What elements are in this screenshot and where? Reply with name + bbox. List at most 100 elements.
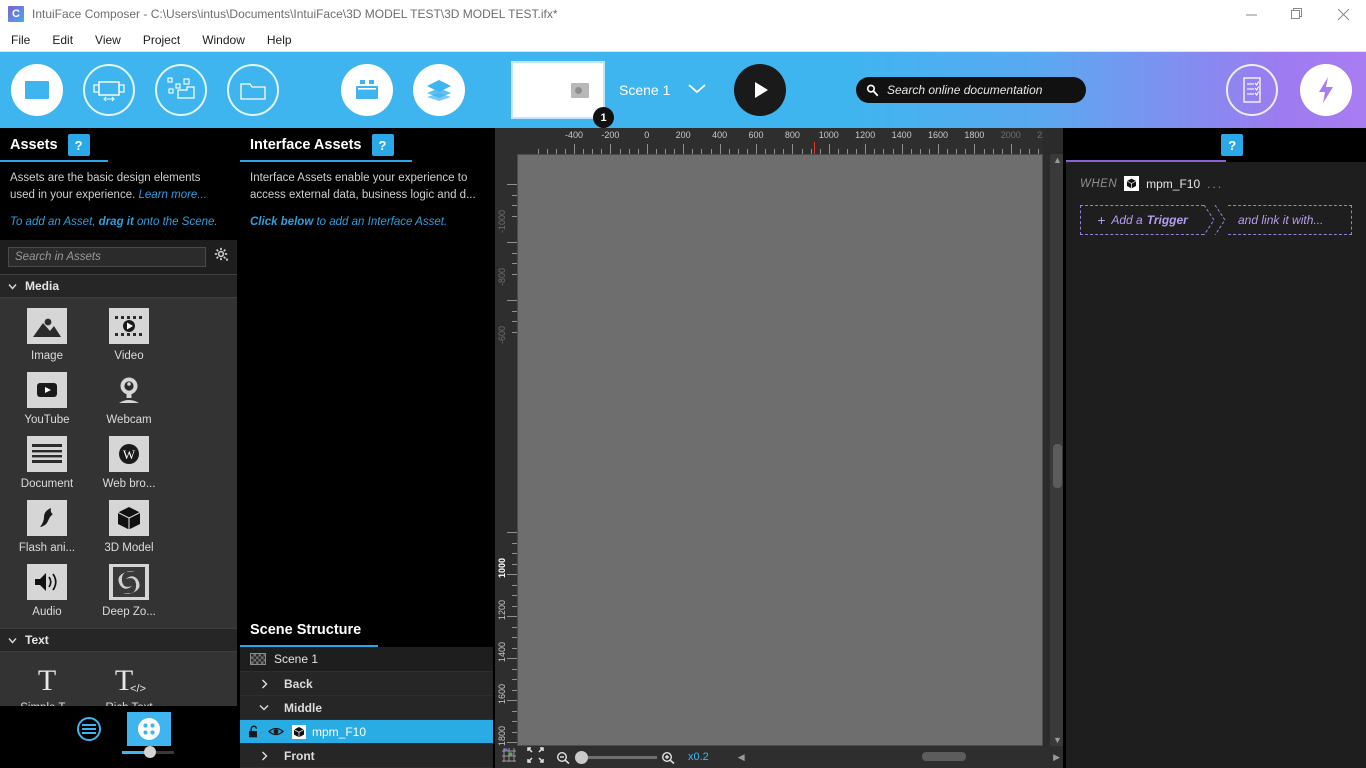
scene-structure-row-middle[interactable]: Middle	[240, 696, 493, 720]
h-ruler-label: -200	[601, 130, 620, 140]
assets-intro-text: Assets are the basic design elements use…	[10, 170, 227, 205]
v-ruler-label: 1800	[497, 726, 507, 746]
eye-icon[interactable]	[268, 726, 284, 737]
assets-group-text[interactable]: Text	[0, 627, 237, 652]
vertical-ruler[interactable]: -1000-800-600100012001400160018002000220…	[495, 154, 517, 746]
documentation-search[interactable]	[856, 77, 1087, 103]
scene-dropdown-chevron-down-icon[interactable]	[686, 81, 708, 100]
assets-hint-prefix: To add an Asset,	[10, 215, 96, 228]
gear-icon[interactable]	[214, 247, 229, 267]
assets-search-row	[0, 239, 237, 274]
menu-file[interactable]: File	[0, 28, 41, 52]
assets-learn-more-link[interactable]: Learn more...	[139, 189, 207, 201]
assets-group-media[interactable]: Media	[0, 273, 237, 298]
menu-window[interactable]: Window	[191, 28, 256, 52]
trigger-target-name[interactable]: mpm_F10	[1146, 177, 1200, 191]
asset-size-slider[interactable]	[122, 746, 174, 758]
asset-label-video: Video	[114, 349, 144, 362]
triggers-help-button[interactable]: ?	[1221, 134, 1244, 156]
maximize-restore-button[interactable]	[1274, 0, 1320, 28]
canvas-zoom-slider[interactable]	[575, 750, 657, 764]
assets-hint: To add an Asset, drag it onto the Scene.	[10, 216, 227, 228]
interface-assets-hint-bold[interactable]: Click below	[250, 216, 313, 228]
menu-edit[interactable]: Edit	[41, 28, 84, 52]
play-button[interactable]	[734, 64, 787, 116]
zoom-out-icon[interactable]	[556, 751, 571, 764]
scene-thumbnail[interactable]: 1	[511, 61, 614, 128]
layers-icon[interactable]	[413, 64, 465, 116]
scene-structure-row-front[interactable]: Front	[240, 744, 493, 768]
fit-to-screen-icon[interactable]	[527, 746, 544, 768]
interface-assets-intro-text: Interface Assets enable your experience …	[250, 172, 476, 202]
screen-resolution-icon[interactable]	[83, 64, 135, 116]
open-folder-icon[interactable]	[227, 64, 279, 116]
scene-structure-panel-header: Scene Structure	[240, 613, 493, 647]
asset-size-slider-knob[interactable]	[144, 746, 156, 758]
document-icon	[27, 435, 67, 472]
h-ruler-label: 400	[712, 130, 728, 140]
asset-item-audio[interactable]: Audio	[12, 563, 82, 618]
assets-help-button[interactable]: ?	[67, 134, 90, 156]
vertical-scroll-thumb[interactable]	[1053, 444, 1062, 488]
chevron-down-icon	[8, 279, 17, 293]
scroll-up-arrow-icon[interactable]: ▲	[1053, 154, 1062, 166]
link-action-label: and link it with...	[1238, 213, 1324, 227]
scene-structure-row-back[interactable]: Back	[240, 672, 493, 696]
asset-item-webcam[interactable]: Webcam	[94, 372, 164, 426]
zoom-in-icon[interactable]	[661, 751, 676, 764]
horizontal-ruler[interactable]: -400 -200 0 200 400 600 800 1000 1200 1400 1600 180…	[517, 128, 1043, 154]
interface-assets-panel-header: Interface Assets ?	[240, 128, 493, 162]
scene-structure-icon[interactable]	[155, 64, 207, 116]
checklist-icon[interactable]	[1226, 64, 1278, 116]
h-ruler-label: 1800	[964, 130, 985, 140]
app-logo-icon: C	[8, 6, 24, 22]
asset-item-web-browser[interactable]: W Web bro...	[94, 435, 164, 490]
list-view-icon[interactable]	[67, 712, 111, 746]
asset-item-document[interactable]: Document	[12, 435, 82, 490]
link-action-button[interactable]: and link it with...	[1228, 205, 1352, 235]
chevron-right-icon[interactable]	[256, 750, 272, 761]
trigger-more-options-icon[interactable]: ...	[1207, 177, 1223, 191]
asset-item-image[interactable]: Image	[12, 307, 82, 362]
grid-snap-icon[interactable]	[501, 747, 517, 768]
canvas-area: -400 -200 0 200 400 600 800 1000 1200 1400 1600 180…	[495, 128, 1065, 768]
new-experience-icon[interactable]	[11, 64, 63, 116]
v-ruler-tick	[507, 574, 517, 575]
asset-item-flash[interactable]: Flash ani...	[12, 499, 82, 554]
grid-view-icon[interactable]	[126, 712, 171, 746]
h-ruler-label: 0	[644, 130, 650, 140]
horizontal-scroll-thumb[interactable]	[922, 752, 967, 761]
assets-search-input[interactable]	[8, 246, 206, 267]
scene-structure-row-scene[interactable]: Scene 1	[240, 647, 493, 672]
asset-item-video[interactable]: Video	[94, 307, 164, 362]
search-input[interactable]	[887, 83, 1077, 97]
canvas-zoom-slider-knob[interactable]	[575, 750, 588, 764]
assets-group-text-label: Text	[25, 632, 49, 647]
close-button[interactable]	[1320, 0, 1366, 28]
interface-assets-help-button[interactable]: ?	[371, 134, 394, 156]
scene-canvas[interactable]	[517, 154, 1043, 746]
youtube-icon	[27, 371, 67, 408]
scene-structure-label-back: Back	[284, 676, 313, 691]
minimize-button[interactable]	[1228, 0, 1274, 28]
scene-manager-icon[interactable]	[341, 64, 393, 116]
scene-structure-row-mpm-f10[interactable]: mpm_F10	[240, 720, 493, 744]
menu-view[interactable]: View	[84, 28, 132, 52]
asset-item-3d-model[interactable]: 3D Model	[94, 499, 164, 554]
chevron-down-icon[interactable]	[256, 704, 272, 711]
chevron-right-icon[interactable]	[256, 678, 272, 689]
menu-help[interactable]: Help	[256, 28, 303, 52]
asset-item-deep-zoom[interactable]: Deep Zo...	[94, 563, 164, 618]
asset-item-youtube[interactable]: YouTube	[12, 371, 82, 426]
triggers-panel-header: Triggers and Actions ?	[1066, 128, 1366, 162]
trigger-when-label: WHEN	[1080, 177, 1118, 190]
add-trigger-button[interactable]: + Add a Trigger	[1080, 205, 1204, 235]
menu-project[interactable]: Project	[132, 28, 191, 52]
scroll-down-arrow-icon[interactable]: ▼	[1053, 734, 1062, 746]
unlock-icon[interactable]	[248, 725, 260, 738]
scene-thumbnail-checker-icon	[250, 653, 266, 665]
scroll-left-arrow-icon[interactable]: ◀	[733, 752, 750, 763]
canvas-horizontal-scrollbar[interactable]	[754, 752, 1044, 762]
lightning-icon[interactable]	[1300, 64, 1352, 116]
h-ruler-tick	[574, 144, 575, 154]
